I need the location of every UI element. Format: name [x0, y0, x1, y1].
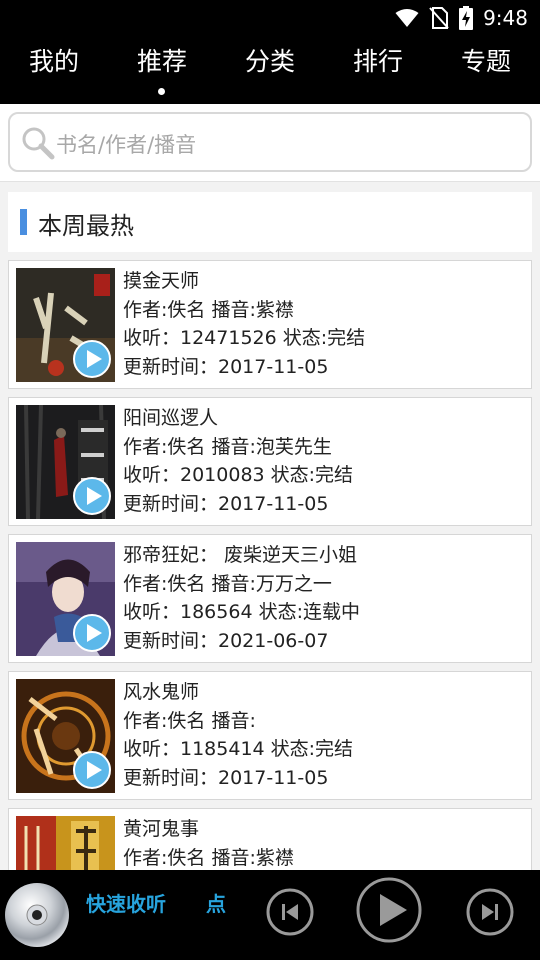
book-author-narrator: 作者:佚名 播音:紫襟 — [123, 298, 294, 321]
book-author-narrator: 作者:佚名 播音: — [123, 709, 256, 732]
book-stats: 收听：1185414 状态:完结 — [123, 738, 354, 760]
now-playing-marquee[interactable]: 快速收听 点 — [86, 888, 238, 920]
tab-recommend[interactable]: 推荐 — [122, 46, 202, 78]
play-icon — [73, 340, 111, 378]
play-button[interactable] — [355, 876, 423, 944]
status-time: 9:48 — [483, 6, 528, 30]
no-sim-icon — [429, 7, 449, 29]
tab-category[interactable]: 分类 — [230, 46, 310, 78]
player-bar: 快速收听 点 — [0, 870, 540, 960]
now-playing-text: 快速收听 点 — [86, 892, 226, 916]
previous-track-button[interactable] — [265, 887, 315, 937]
book-title: 阳间巡逻人 — [123, 407, 219, 429]
next-track-button[interactable] — [465, 887, 515, 937]
book-stats: 收听：2010083 状态:完结 — [123, 464, 354, 486]
play-icon — [73, 751, 111, 789]
section-title: 本周最热 — [38, 212, 134, 240]
book-updated: 更新时间：2021-06-07 — [123, 629, 329, 652]
book-cover — [16, 405, 115, 519]
book-author-narrator: 作者:佚名 播音:紫襟 — [123, 846, 294, 869]
tab-mine[interactable]: 我的 — [14, 46, 94, 78]
book-title: 风水鬼师 — [123, 681, 200, 703]
status-bar: 9:48 — [0, 0, 540, 36]
book-updated: 更新时间：2017-11-05 — [123, 492, 329, 515]
section-accent-bar — [20, 209, 27, 235]
tab-topics[interactable]: 专题 — [446, 46, 526, 78]
play-icon — [73, 614, 111, 652]
book-cover — [16, 268, 115, 382]
book-author-narrator: 作者:佚名 播音:泡芙先生 — [123, 435, 332, 458]
book-item[interactable]: 摸金天师 作者:佚名 播音:紫襟 收听：12471526 状态:完结 更新时间：… — [8, 260, 532, 389]
play-icon — [73, 477, 111, 515]
book-updated: 更新时间：2017-11-05 — [123, 355, 329, 378]
book-title: 黄河鬼事 — [123, 818, 200, 840]
book-updated: 更新时间：2017-11-05 — [123, 766, 329, 789]
book-author-narrator: 作者:佚名 播音:万万之一 — [123, 572, 332, 595]
active-tab-indicator — [158, 88, 165, 95]
search-icon — [22, 127, 55, 160]
search-area: 书名/作者/播音 — [0, 104, 540, 182]
book-cover — [16, 679, 115, 793]
cd-disc-icon[interactable] — [4, 882, 70, 948]
section-header: 本周最热 — [8, 192, 532, 252]
book-stats: 收听：12471526 状态:完结 — [123, 327, 366, 349]
book-title: 摸金天师 — [123, 270, 200, 292]
book-item[interactable]: 阳间巡逻人 作者:佚名 播音:泡芙先生 收听：2010083 状态:完结 更新时… — [8, 397, 532, 526]
book-stats: 收听：186564 状态:连载中 — [123, 601, 360, 623]
search-placeholder: 书名/作者/播音 — [56, 133, 197, 157]
search-input[interactable]: 书名/作者/播音 — [8, 112, 532, 172]
book-item[interactable]: 邪帝狂妃： 废柴逆天三小姐 作者:佚名 播音:万万之一 收听：186564 状态… — [8, 534, 532, 663]
tab-ranking[interactable]: 排行 — [338, 46, 418, 78]
top-nav: 我的 推荐 分类 排行 专题 — [0, 36, 540, 104]
book-title: 邪帝狂妃： 废柴逆天三小姐 — [123, 544, 358, 566]
book-item[interactable]: 风水鬼师 作者:佚名 播音: 收听：1185414 状态:完结 更新时间：201… — [8, 671, 532, 800]
battery-charging-icon — [459, 6, 474, 30]
wifi-icon — [395, 9, 419, 27]
book-cover — [16, 542, 115, 656]
